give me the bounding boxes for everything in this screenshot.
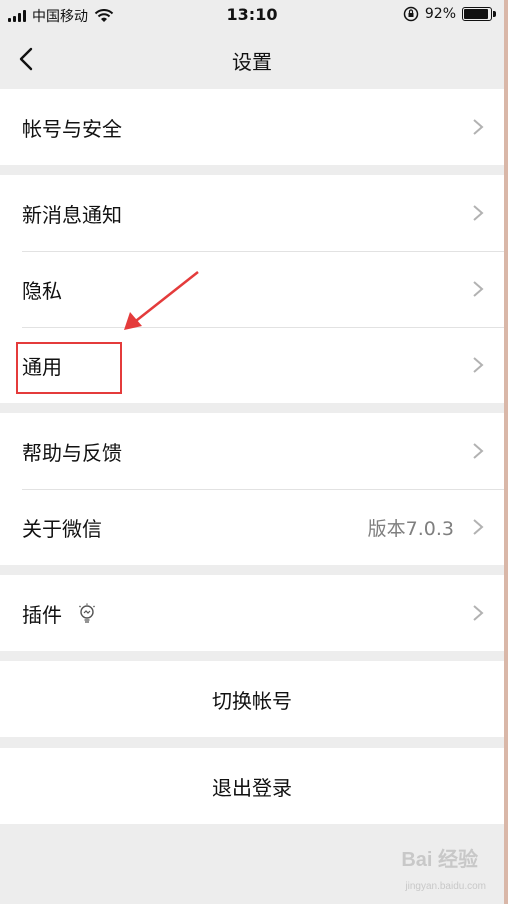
settings-item-label: 帮助与反馈 <box>22 440 122 465</box>
settings-group-plugins: 插件 <box>0 575 504 651</box>
settings-item-label: 关于微信 <box>22 516 102 541</box>
switch-account-button[interactable]: 切换帐号 <box>0 661 504 737</box>
chevron-right-icon <box>473 281 484 297</box>
chevron-right-icon <box>473 205 484 221</box>
chevron-right-icon <box>473 357 484 373</box>
settings-item-label: 新消息通知 <box>22 202 122 227</box>
settings-item-label: 帐号与安全 <box>22 116 122 141</box>
settings-item-label: 隐私 <box>22 278 62 303</box>
status-bar: 中国移动 13:10 92% <box>0 0 504 30</box>
status-right: 92% <box>403 6 496 22</box>
battery-fill <box>464 9 488 19</box>
chevron-right-icon <box>473 605 484 621</box>
switch-account-group: 切换帐号 <box>0 661 504 737</box>
settings-item-plugins[interactable]: 插件 <box>0 575 504 651</box>
chevron-right-icon <box>473 519 484 535</box>
lightbulb-icon <box>79 603 95 623</box>
chevron-right-icon <box>473 119 484 135</box>
version-value: 版本7.0.3 <box>367 518 454 540</box>
battery-percent: 92% <box>424 6 456 22</box>
settings-item-label: 通用 <box>22 354 62 379</box>
settings-item-help-feedback[interactable]: 帮助与反馈 <box>0 413 504 489</box>
settings-item-label: 插件 <box>22 602 62 627</box>
settings-item-account-security[interactable]: 帐号与安全 <box>0 89 504 165</box>
settings-item-privacy[interactable]: 隐私 <box>0 251 504 327</box>
settings-item-general[interactable]: 通用 <box>0 327 504 403</box>
page-title: 设置 <box>232 50 272 74</box>
screen-edge <box>504 0 508 904</box>
nav-bar: 设置 <box>0 30 504 88</box>
settings-item-about-wechat[interactable]: 关于微信 版本7.0.3 <box>0 489 504 565</box>
logout-group: 退出登录 <box>0 748 504 824</box>
watermark-sub: jingyan.baidu.com <box>405 881 486 892</box>
logout-label: 退出登录 <box>212 775 292 800</box>
chevron-right-icon <box>473 443 484 459</box>
watermark-text: Bai 经验 <box>401 849 478 871</box>
logout-button[interactable]: 退出登录 <box>0 748 504 824</box>
settings-group-help: 帮助与反馈 关于微信 版本7.0.3 <box>0 413 504 565</box>
settings-group-notifications: 新消息通知 隐私 通用 <box>0 175 504 403</box>
switch-account-label: 切换帐号 <box>212 688 292 713</box>
settings-group-account: 帐号与安全 <box>0 89 504 165</box>
battery-icon <box>462 7 496 21</box>
rotation-lock-icon <box>403 6 419 22</box>
settings-item-notifications[interactable]: 新消息通知 <box>0 175 504 251</box>
